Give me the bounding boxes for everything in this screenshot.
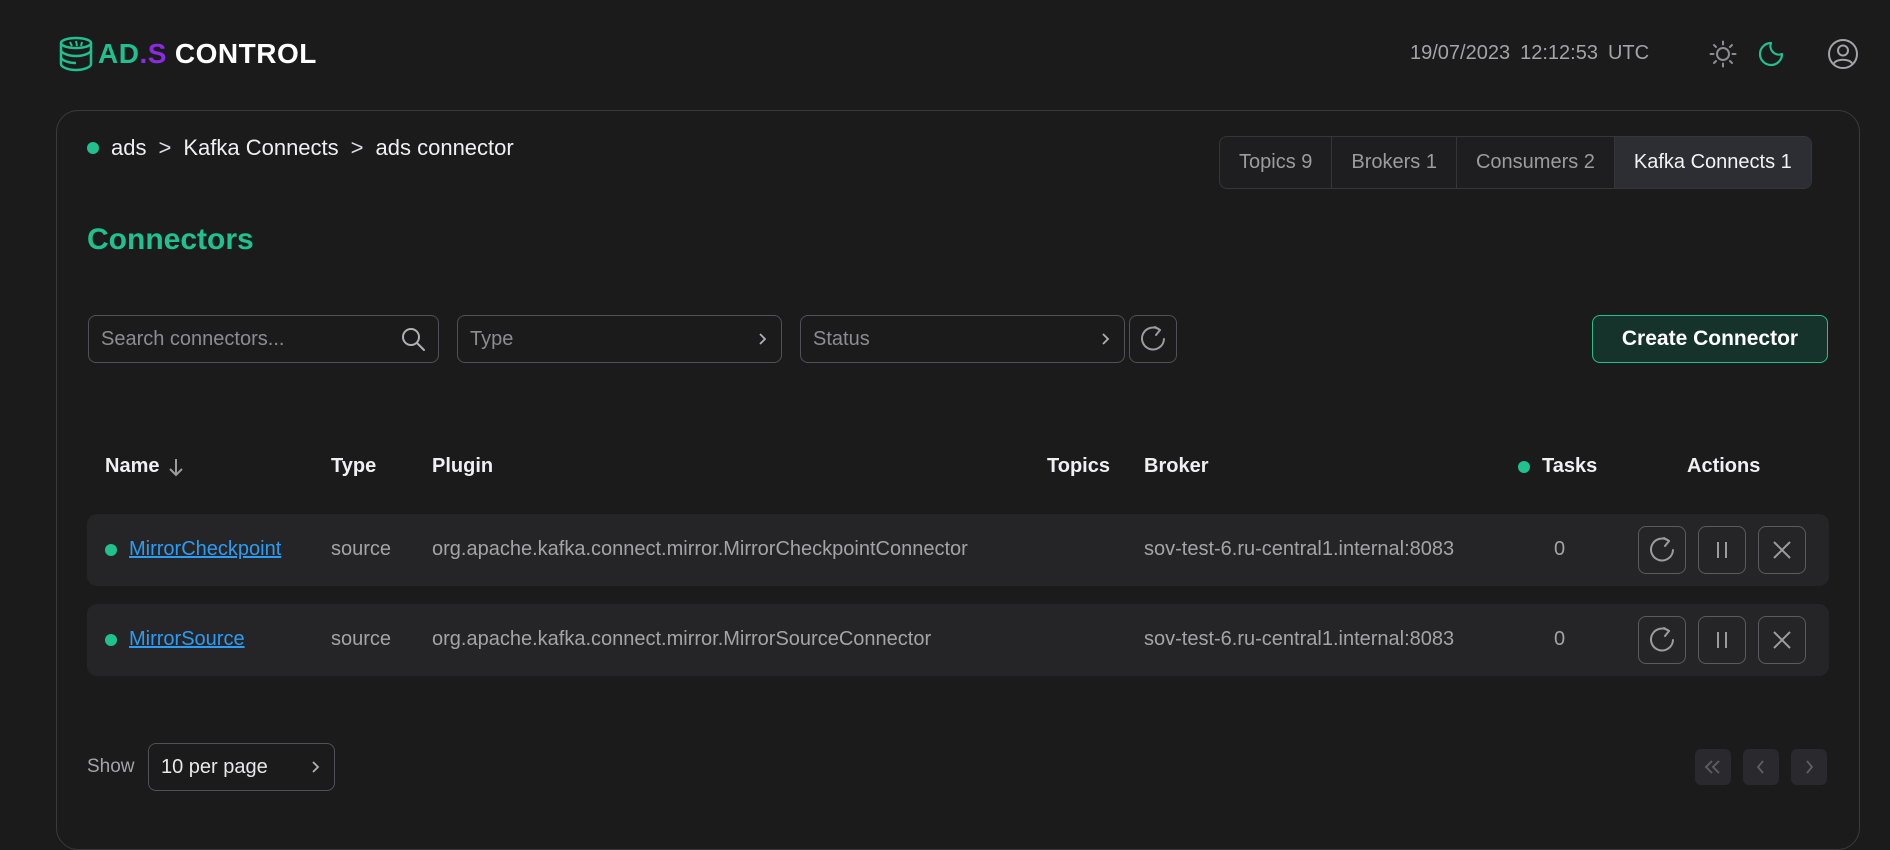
breadcrumb-separator: > bbox=[158, 135, 172, 160]
time-text: 12:12:53 bbox=[1520, 42, 1598, 64]
server-datetime: 19/07/2023 12:12:53 UTC bbox=[1410, 42, 1659, 65]
next-page-button[interactable] bbox=[1791, 749, 1827, 785]
connector-broker: sov-test-6.ru-central1.internal:8083 bbox=[1144, 628, 1455, 650]
column-broker: Broker bbox=[1144, 455, 1209, 477]
column-tasks: Tasks bbox=[1518, 455, 1597, 478]
breadcrumb-kafka-connects[interactable]: Kafka Connects bbox=[183, 135, 338, 161]
main-panel: ads > Kafka Connects > ads connector Top… bbox=[56, 110, 1860, 850]
create-connector-button[interactable]: Create Connector bbox=[1592, 315, 1828, 363]
type-select[interactable]: Type bbox=[457, 315, 782, 363]
status-select-placeholder: Status bbox=[813, 327, 870, 350]
app-logo[interactable]: AD.S CONTROL bbox=[56, 34, 317, 74]
double-chevron-left-icon bbox=[1704, 760, 1720, 774]
logo-text: AD.S CONTROL bbox=[98, 34, 317, 74]
tab-topics[interactable]: Topics 9 bbox=[1220, 137, 1333, 188]
chevron-right-icon bbox=[1102, 333, 1110, 345]
column-tasks-label: Tasks bbox=[1542, 455, 1598, 477]
restart-connector-button[interactable] bbox=[1638, 526, 1686, 574]
column-type: Type bbox=[331, 455, 377, 477]
connector-tasks: 0 bbox=[1554, 628, 1566, 650]
logo-control: CONTROL bbox=[174, 38, 317, 69]
connector-name-link[interactable]: MirrorSource bbox=[129, 628, 245, 651]
date-text: 19/07/2023 bbox=[1410, 42, 1511, 64]
column-name[interactable]: Name bbox=[105, 455, 185, 478]
column-topics: Topics bbox=[1047, 455, 1110, 477]
pause-connector-button[interactable] bbox=[1698, 616, 1746, 664]
cluster-tabs: Topics 9 Brokers 1 Consumers 2 Kafka Con… bbox=[1219, 136, 1812, 189]
tab-kafka-connects[interactable]: Kafka Connects 1 bbox=[1614, 137, 1811, 188]
chevron-right-icon bbox=[1806, 760, 1814, 774]
moon-icon bbox=[1758, 41, 1784, 67]
sort-descending-icon[interactable] bbox=[167, 456, 185, 478]
delete-connector-button[interactable] bbox=[1758, 616, 1806, 664]
table-row: MirrorSource source org.apache.kafka.con… bbox=[87, 604, 1829, 676]
page-title: Connectors bbox=[87, 223, 254, 256]
restart-icon bbox=[1650, 537, 1674, 562]
close-icon bbox=[1773, 631, 1791, 649]
pause-connector-button[interactable] bbox=[1698, 526, 1746, 574]
user-icon bbox=[1828, 39, 1858, 69]
table-header: Name Type Plugin Topics Broker Tasks Act… bbox=[87, 447, 1829, 487]
tab-consumers[interactable]: Consumers 2 bbox=[1457, 137, 1615, 188]
breadcrumb-cluster[interactable]: ads bbox=[111, 135, 146, 161]
breadcrumb-current: ads connector bbox=[375, 135, 514, 160]
connector-broker: sov-test-6.ru-central1.internal:8083 bbox=[1144, 538, 1455, 560]
connector-plugin: org.apache.kafka.connect.mirror.MirrorSo… bbox=[432, 628, 932, 650]
restart-connector-button[interactable] bbox=[1638, 616, 1686, 664]
close-icon bbox=[1773, 541, 1791, 559]
search-input[interactable] bbox=[101, 327, 400, 351]
show-label: Show bbox=[87, 756, 135, 777]
search-icon[interactable] bbox=[400, 326, 426, 352]
refresh-button[interactable] bbox=[1129, 315, 1177, 363]
logo-ads: AD bbox=[98, 38, 140, 69]
connector-tasks: 0 bbox=[1554, 538, 1566, 560]
refresh-icon bbox=[1141, 326, 1165, 351]
connector-type: source bbox=[331, 538, 392, 560]
search-field bbox=[88, 315, 439, 363]
database-logo-icon bbox=[59, 36, 93, 72]
table-row: MirrorCheckpoint source org.apache.kafka… bbox=[87, 514, 1829, 586]
column-name-label: Name bbox=[105, 455, 160, 477]
status-select[interactable]: Status bbox=[800, 315, 1125, 363]
logo-dot: .S bbox=[139, 38, 167, 69]
restart-icon bbox=[1650, 627, 1674, 652]
previous-page-button[interactable] bbox=[1743, 749, 1779, 785]
per-page-select[interactable]: 10 per page bbox=[148, 743, 335, 791]
tab-brokers[interactable]: Brokers 1 bbox=[1332, 137, 1457, 188]
user-profile-button[interactable] bbox=[1826, 37, 1860, 71]
per-page-value: 10 per page bbox=[161, 755, 268, 778]
connector-status-dot bbox=[105, 543, 117, 556]
breadcrumb: ads > Kafka Connects > ads connector bbox=[87, 135, 514, 161]
light-theme-button[interactable] bbox=[1706, 37, 1740, 71]
breadcrumb-separator: > bbox=[350, 135, 364, 160]
sun-icon bbox=[1709, 40, 1737, 68]
app-header: AD.S CONTROL 19/07/2023 12:12:53 UTC bbox=[0, 0, 1890, 110]
delete-connector-button[interactable] bbox=[1758, 526, 1806, 574]
column-actions: Actions bbox=[1687, 455, 1761, 477]
dark-theme-button[interactable] bbox=[1754, 37, 1788, 71]
chevron-right-icon bbox=[312, 761, 320, 773]
pause-icon bbox=[1717, 542, 1727, 558]
type-select-placeholder: Type bbox=[470, 327, 514, 350]
cluster-status-dot bbox=[87, 142, 99, 154]
connector-status-dot bbox=[105, 633, 117, 646]
timezone-text: UTC bbox=[1607, 42, 1650, 64]
column-plugin: Plugin bbox=[432, 455, 494, 477]
chevron-left-icon bbox=[1756, 760, 1764, 774]
connector-name-link[interactable]: MirrorCheckpoint bbox=[129, 538, 281, 561]
connector-type: source bbox=[331, 628, 392, 650]
connector-name-cell: MirrorSource bbox=[105, 628, 245, 651]
pause-icon bbox=[1717, 632, 1727, 648]
tasks-status-dot bbox=[1518, 460, 1530, 473]
connector-plugin: org.apache.kafka.connect.mirror.MirrorCh… bbox=[432, 538, 968, 560]
connector-name-cell: MirrorCheckpoint bbox=[105, 538, 281, 561]
first-page-button[interactable] bbox=[1695, 749, 1731, 785]
chevron-right-icon bbox=[759, 333, 767, 345]
